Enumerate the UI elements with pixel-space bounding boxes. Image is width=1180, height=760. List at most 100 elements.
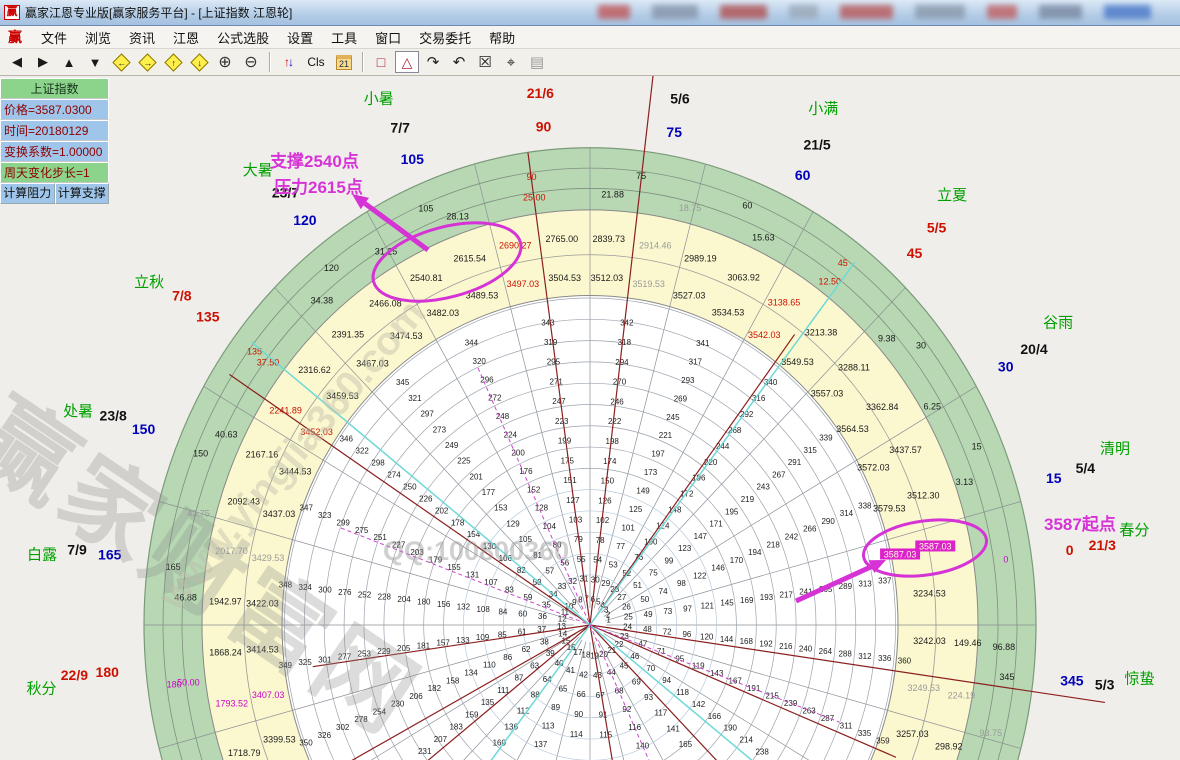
screen-tool[interactable]: ▤ bbox=[525, 51, 549, 73]
solar-term-label: 白露 bbox=[27, 547, 57, 564]
spiral-number: 159 bbox=[465, 710, 479, 719]
spiral-number: 56 bbox=[560, 559, 569, 568]
degree-outer-label: 150 bbox=[132, 421, 156, 437]
price-coarse-label: 224.19 bbox=[948, 691, 976, 701]
spiral-number: 137 bbox=[534, 740, 548, 749]
spiral-number: 170 bbox=[730, 556, 744, 565]
menu-item-1[interactable]: 文件 bbox=[32, 26, 76, 49]
spiral-number: 168 bbox=[740, 637, 754, 646]
price-coarse-label: 2615.54 bbox=[454, 254, 487, 264]
center-tool[interactable]: ⌖ bbox=[499, 51, 523, 73]
solar-term-label: 立夏 bbox=[937, 187, 967, 204]
spiral-number: 144 bbox=[720, 635, 734, 644]
percent-label: 21.88 bbox=[601, 189, 624, 199]
spiral-number: 313 bbox=[858, 579, 872, 588]
spiral-number: 99 bbox=[664, 556, 673, 565]
spiral-number: 300 bbox=[318, 585, 332, 594]
menu-item-10[interactable]: 帮助 bbox=[480, 26, 524, 49]
spiral-number: 228 bbox=[378, 593, 392, 602]
spiral-number: 199 bbox=[558, 437, 572, 446]
menu-item-4[interactable]: 江恩 bbox=[164, 26, 208, 49]
prev-arrow-button[interactable]: ◀ bbox=[5, 51, 29, 73]
calc-support-button[interactable]: 计算支撑 bbox=[55, 183, 110, 204]
degree-inner-label: 60 bbox=[742, 200, 752, 210]
spiral-number: 158 bbox=[446, 676, 460, 685]
menu-item-3[interactable]: 资讯 bbox=[120, 26, 164, 49]
pan-down-button[interactable]: ↓ bbox=[187, 51, 211, 73]
rotate-cw-button[interactable]: ↷ bbox=[421, 51, 445, 73]
price-coarse-label: 3362.84 bbox=[866, 402, 899, 412]
spiral-number: 112 bbox=[517, 707, 530, 716]
spiral-number: 140 bbox=[636, 742, 650, 751]
date-label: 5/4 bbox=[1076, 460, 1096, 476]
degree-outer-label: 30 bbox=[998, 359, 1014, 375]
degree-outer-label: 120 bbox=[293, 212, 317, 228]
spiral-number: 86 bbox=[503, 653, 512, 662]
menu-item-8[interactable]: 窗口 bbox=[366, 26, 410, 49]
calendar-button[interactable]: 21 bbox=[332, 51, 356, 73]
menu-item-7[interactable]: 工具 bbox=[322, 26, 366, 49]
spiral-number: 341 bbox=[696, 339, 710, 348]
rotate-ccw-button[interactable]: ↶ bbox=[447, 51, 471, 73]
spiral-number: 105 bbox=[519, 535, 533, 544]
spiral-number: 153 bbox=[494, 504, 508, 513]
updown-marker-button[interactable]: ↑↓ bbox=[276, 51, 300, 73]
price-coarse-label: 3512.30 bbox=[907, 491, 940, 501]
calc-resistance-button[interactable]: 计算阻力 bbox=[0, 183, 55, 204]
menu-item-6[interactable]: 设置 bbox=[278, 26, 322, 49]
spiral-number: 81 bbox=[533, 551, 542, 560]
spiral-number: 166 bbox=[708, 712, 722, 721]
menu-item-9[interactable]: 交易委托 bbox=[410, 26, 480, 49]
price-fine-label: 3534.53 bbox=[712, 307, 745, 317]
cls-button[interactable]: Cls bbox=[302, 51, 330, 73]
date-label: 21/6 bbox=[527, 85, 554, 101]
spiral-number: 249 bbox=[445, 441, 459, 450]
spiral-number: 274 bbox=[387, 470, 401, 479]
rect-tool[interactable]: □ bbox=[369, 51, 393, 73]
down-arrow-button[interactable]: ▼ bbox=[83, 51, 107, 73]
pan-up-button[interactable]: ↑ bbox=[161, 51, 185, 73]
triangle-tool[interactable]: △ bbox=[395, 51, 419, 73]
app-logo-icon: 赢 bbox=[4, 5, 20, 20]
spiral-number: 277 bbox=[338, 653, 352, 662]
date-label: 7/9 bbox=[67, 542, 87, 558]
price-fine-label: 3234.53 bbox=[913, 588, 946, 598]
price-coarse-label: 2839.73 bbox=[592, 234, 625, 244]
spiral-number: 276 bbox=[338, 588, 352, 597]
spiral-number: 115 bbox=[599, 730, 612, 739]
price-fine-label: 3257.03 bbox=[896, 729, 929, 739]
spiral-number: 297 bbox=[420, 410, 434, 419]
spiral-number: 287 bbox=[821, 714, 835, 723]
percent-label: 96.88 bbox=[993, 642, 1016, 652]
spiral-number: 180 bbox=[417, 598, 431, 607]
spiral-number: 238 bbox=[755, 748, 769, 757]
zoom-in-button[interactable]: ⊕ bbox=[213, 51, 237, 73]
menu-item-2[interactable]: 浏览 bbox=[76, 26, 120, 49]
spiral-number: 222 bbox=[608, 417, 622, 426]
degree-inner-label: 30 bbox=[916, 340, 926, 350]
zoom-out-button[interactable]: ⊖ bbox=[239, 51, 263, 73]
pan-left-button[interactable]: ← bbox=[109, 51, 133, 73]
spiral-number: 51 bbox=[633, 581, 642, 590]
highlight-price: 3587.03 bbox=[919, 541, 952, 551]
spiral-number: 240 bbox=[799, 644, 813, 653]
menu-item-5[interactable]: 公式选股 bbox=[208, 26, 278, 49]
percent-label: 34.38 bbox=[311, 296, 334, 306]
degree-inner-label: 150 bbox=[193, 449, 208, 459]
spiral-number: 246 bbox=[610, 397, 624, 406]
degree-inner-label: 0 bbox=[1003, 554, 1008, 564]
spiral-number: 84 bbox=[498, 607, 507, 616]
pan-right-button[interactable]: → bbox=[135, 51, 159, 73]
close-box-button[interactable]: ☒ bbox=[473, 51, 497, 73]
solar-term-label: 小满 bbox=[808, 101, 838, 118]
spiral-number: 337 bbox=[878, 577, 892, 586]
spiral-number: 336 bbox=[878, 654, 892, 663]
price-fine-label: 3512.03 bbox=[591, 273, 624, 283]
percent-label: 18.75 bbox=[679, 203, 702, 213]
param-row-4: 周天变化步长=1 bbox=[0, 162, 109, 183]
up-arrow-button[interactable]: ▲ bbox=[57, 51, 81, 73]
spiral-number: 195 bbox=[725, 507, 739, 516]
degree-outer-label: 90 bbox=[536, 119, 552, 135]
degree-inner-label: 345 bbox=[999, 672, 1014, 682]
next-arrow-button[interactable]: ▶ bbox=[31, 51, 55, 73]
